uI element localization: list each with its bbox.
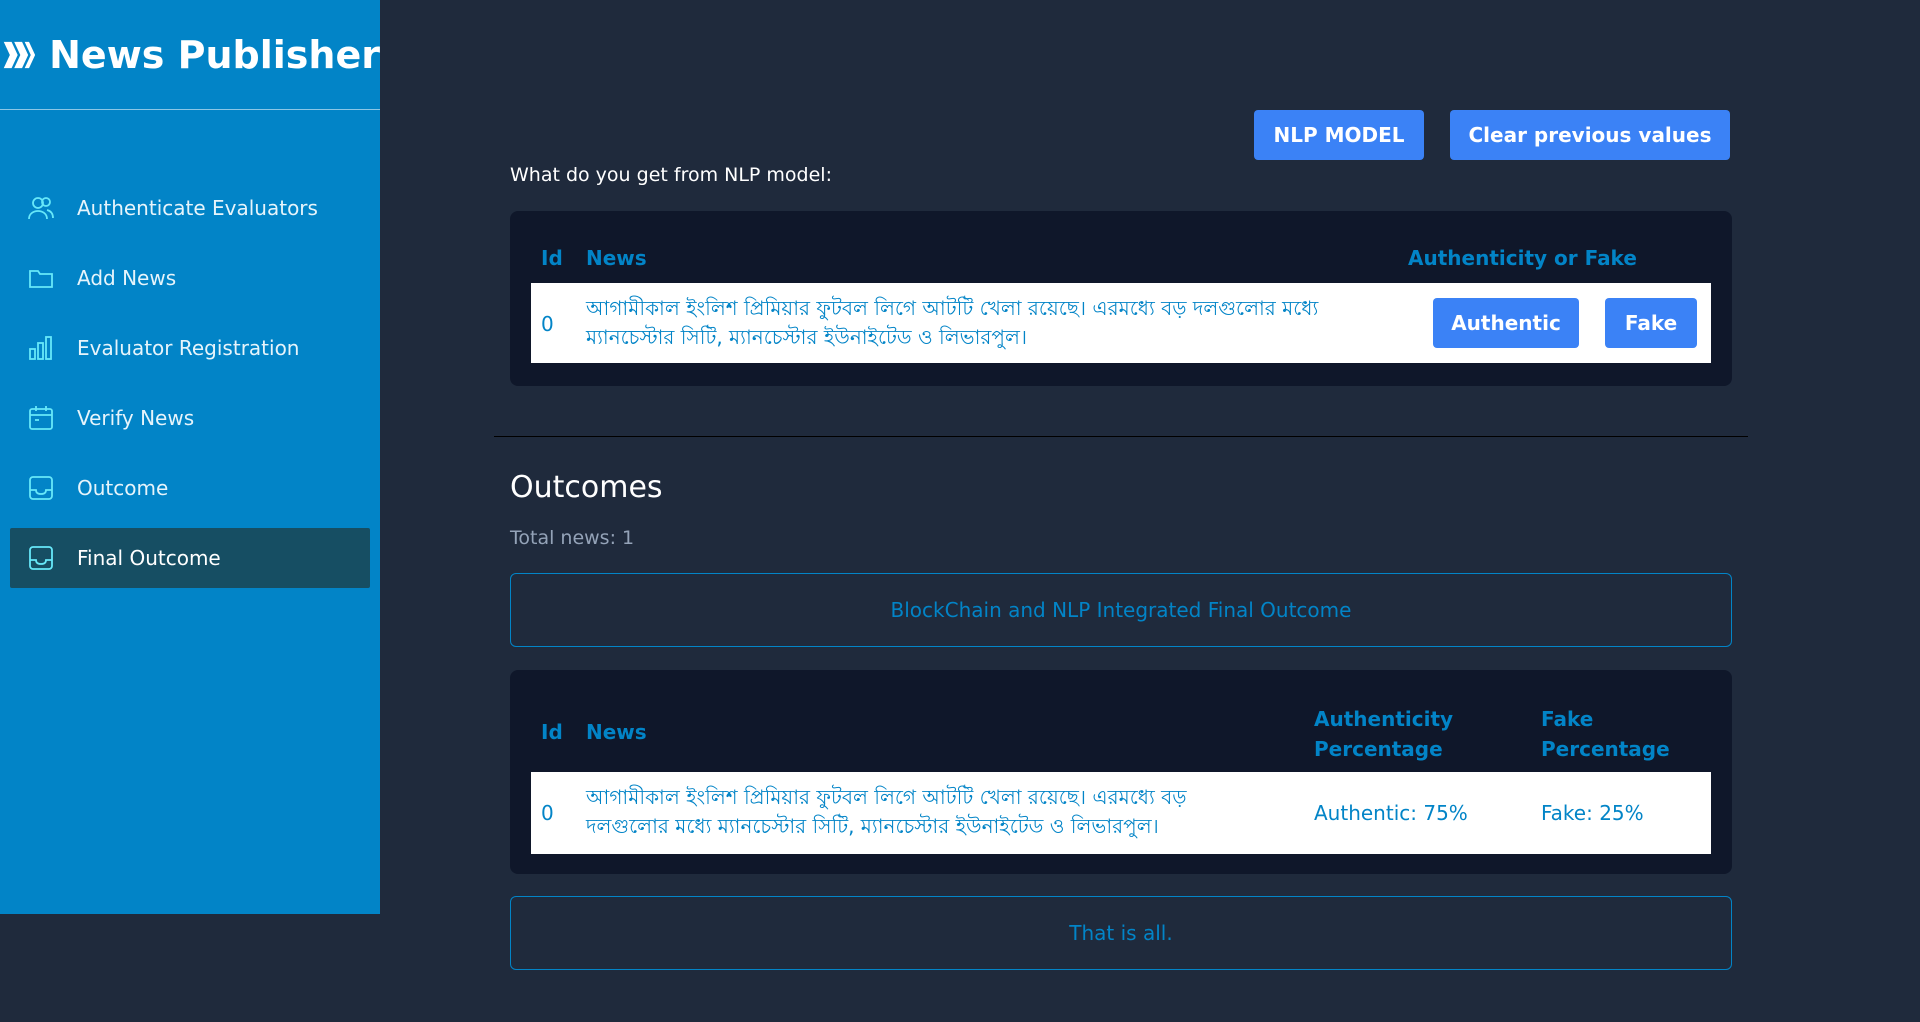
hive-logo-icon: [3, 41, 36, 68]
inbox-icon: [27, 474, 55, 502]
final-outcome-banner: BlockChain and NLP Integrated Final Outc…: [510, 573, 1732, 647]
sidebar-item-add-news[interactable]: Add News: [10, 248, 370, 308]
row-news-line: দলগুলোর মধ্যে ম্যানচেস্টার সিটি, ম্যানচে…: [586, 814, 1159, 838]
total-news-count: Total news: 1: [510, 527, 635, 549]
column-header-authenticity: Authenticity or Fake: [1408, 246, 1637, 270]
column-header-authenticity-percentage: Authenticity Percentage: [1314, 707, 1454, 761]
bar-chart-icon: [27, 334, 55, 362]
sidebar-item-final-outcome[interactable]: Final Outcome: [10, 528, 370, 588]
column-header-news: News: [586, 246, 647, 270]
table-row: 0 আগামীকাল ইংলিশ প্রিমিয়ার ফুটবল লিগে আ…: [531, 772, 1711, 854]
row-news-line: ম্যানচেস্টার সিটি, ম্যানচেস্টার ইউনাইটেড…: [586, 325, 1028, 349]
row-id: 0: [541, 312, 554, 336]
sidebar: News Publisher Authenticate Evaluators A…: [0, 0, 380, 914]
users-icon: [27, 194, 55, 222]
table-row: 0 আগামীকাল ইংলিশ প্রিমিয়ার ফুটবল লিগে আ…: [531, 283, 1711, 363]
row-news-line: আগামীকাল ইংলিশ প্রিমিয়ার ফুটবল লিগে আটট…: [586, 785, 1187, 809]
authentic-percentage: Authentic: 75%: [1314, 801, 1468, 825]
sidebar-item-outcome[interactable]: Outcome: [10, 458, 370, 518]
fake-percentage: Fake: 25%: [1541, 801, 1644, 825]
brand-title: News Publisher: [49, 32, 380, 77]
authentic-button[interactable]: Authentic: [1433, 298, 1579, 348]
outcomes-title: Outcomes: [510, 470, 663, 505]
footer-banner: That is all.: [510, 896, 1732, 970]
row-news: আগামীকাল ইংলিশ প্রিমিয়ার ফুটবল লিগে আটট…: [586, 783, 1187, 841]
inbox-icon: [27, 544, 55, 572]
calendar-icon: [27, 404, 55, 432]
column-header-id: Id: [541, 720, 563, 744]
sidebar-item-label: Add News: [77, 266, 177, 290]
sidebar-item-label: Final Outcome: [77, 546, 221, 570]
column-header-fake-percentage: Fake Percentage: [1541, 707, 1670, 761]
nlp-results-table: Id News Authenticity or Fake 0 আগামীকাল …: [510, 211, 1732, 386]
clear-previous-values-button[interactable]: Clear previous values: [1450, 110, 1730, 160]
brand-header: News Publisher: [0, 0, 380, 110]
sidebar-item-authenticate-evaluators[interactable]: Authenticate Evaluators: [10, 178, 370, 238]
folder-icon: [27, 264, 55, 292]
nlp-model-button[interactable]: NLP MODEL: [1254, 110, 1424, 160]
nlp-prompt-label: What do you get from NLP model:: [510, 164, 832, 186]
sidebar-item-label: Evaluator Registration: [77, 336, 300, 360]
sidebar-nav: Authenticate Evaluators Add News Evaluat…: [0, 178, 380, 588]
section-divider: [494, 436, 1748, 437]
sidebar-item-evaluator-registration[interactable]: Evaluator Registration: [10, 318, 370, 378]
sidebar-item-label: Outcome: [77, 476, 169, 500]
column-header-news: News: [586, 720, 647, 744]
row-news: আগামীকাল ইংলিশ প্রিমিয়ার ফুটবল লিগে আটট…: [586, 294, 1318, 352]
sidebar-item-label: Verify News: [77, 406, 195, 430]
fake-button[interactable]: Fake: [1605, 298, 1697, 348]
column-header-id: Id: [541, 246, 563, 270]
sidebar-item-verify-news[interactable]: Verify News: [10, 388, 370, 448]
sidebar-item-label: Authenticate Evaluators: [77, 196, 318, 220]
row-news-line: আগামীকাল ইংলিশ প্রিমিয়ার ফুটবল লিগে আটট…: [586, 296, 1319, 320]
row-id: 0: [541, 801, 554, 825]
final-outcome-table: Id News Authenticity Percentage Fake Per…: [510, 670, 1732, 874]
